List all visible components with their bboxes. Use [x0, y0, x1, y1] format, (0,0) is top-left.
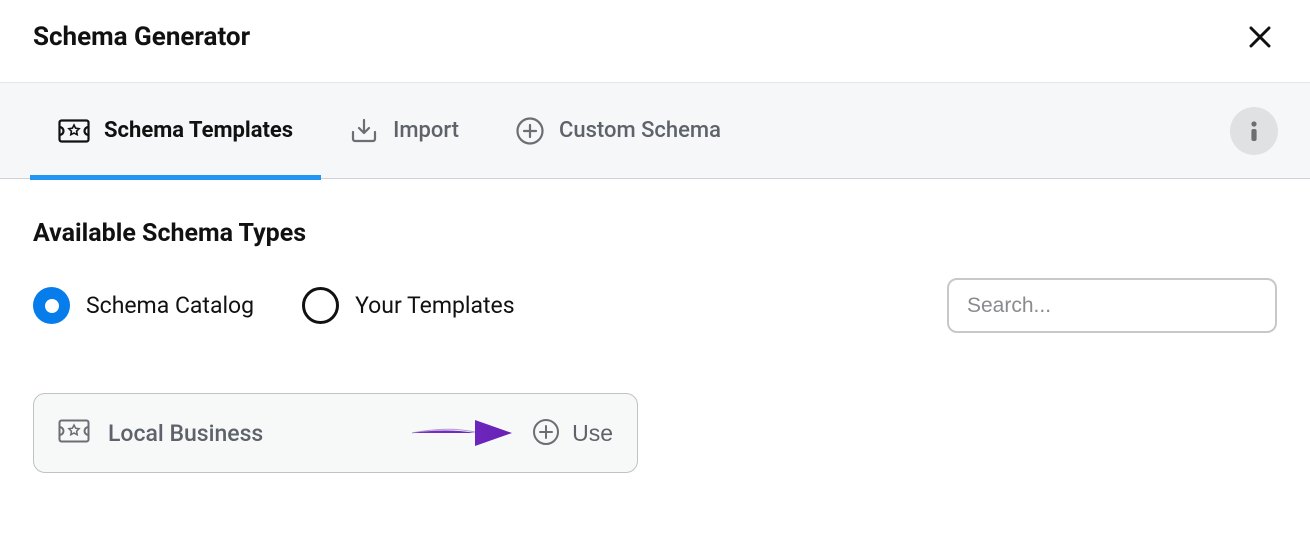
import-icon — [349, 118, 379, 144]
radio-your-templates[interactable]: Your Templates — [302, 287, 515, 324]
card-left: Local Business — [58, 419, 263, 447]
modal-header: Schema Generator — [0, 0, 1310, 82]
schema-card-local-business: Local Business Use — [33, 393, 638, 473]
ticket-icon — [58, 419, 90, 447]
modal-title: Schema Generator — [33, 22, 250, 52]
close-button[interactable] — [1245, 22, 1275, 52]
arrow-annotation — [407, 408, 517, 458]
radio-indicator — [33, 287, 70, 324]
tab-custom-schema[interactable]: Custom Schema — [487, 82, 749, 179]
tabs-bar: Schema Templates Import Custom Schema — [0, 82, 1310, 179]
tab-label: Custom Schema — [559, 118, 721, 143]
filter-row: Schema Catalog Your Templates — [33, 278, 1277, 333]
plus-circle-icon — [532, 418, 560, 449]
tab-label: Schema Templates — [104, 118, 293, 143]
search-input[interactable] — [947, 278, 1277, 333]
radio-label: Schema Catalog — [86, 292, 254, 319]
tab-import[interactable]: Import — [321, 82, 487, 179]
tab-label: Import — [393, 118, 459, 143]
close-icon — [1249, 26, 1271, 48]
radio-schema-catalog[interactable]: Schema Catalog — [33, 287, 254, 324]
radio-label: Your Templates — [355, 292, 515, 319]
use-button[interactable]: Use — [532, 418, 613, 449]
tab-schema-templates[interactable]: Schema Templates — [30, 82, 321, 179]
info-icon — [1240, 117, 1268, 145]
use-label: Use — [572, 420, 613, 447]
ticket-icon — [58, 119, 90, 143]
plus-circle-icon — [515, 116, 545, 146]
radio-indicator — [302, 287, 339, 324]
radio-group: Schema Catalog Your Templates — [33, 287, 515, 324]
card-title: Local Business — [108, 420, 263, 447]
section-title: Available Schema Types — [33, 219, 1277, 248]
info-button[interactable] — [1230, 107, 1278, 155]
content-area: Available Schema Types Schema Catalog Yo… — [0, 179, 1310, 513]
